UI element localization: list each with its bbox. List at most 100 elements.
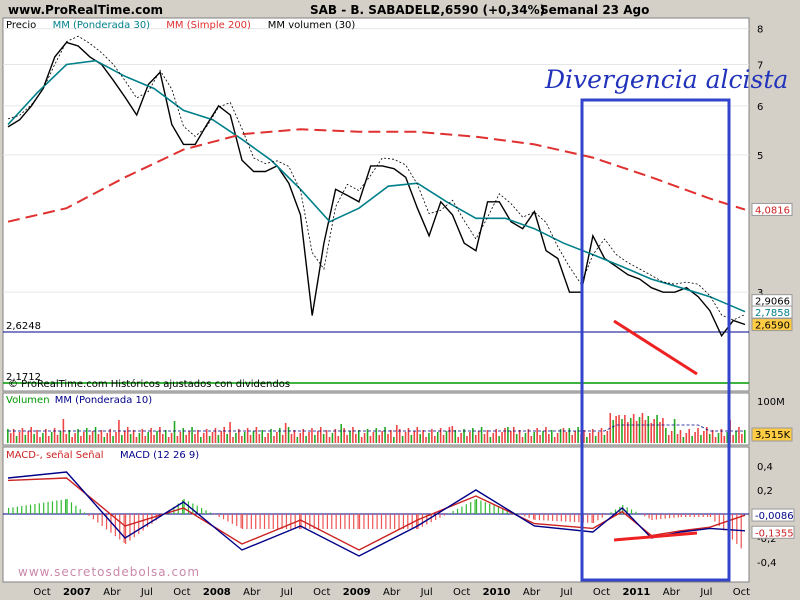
- volume-bar: [469, 432, 471, 443]
- volume-bar: [296, 437, 299, 443]
- volume-bar: [229, 422, 231, 443]
- volume-bar: [393, 437, 395, 443]
- volume-bar: [112, 436, 114, 443]
- volume-bar: [337, 436, 340, 443]
- volume-bar: [308, 432, 310, 443]
- volume-bar: [208, 436, 211, 443]
- volume-bar: [141, 429, 144, 443]
- volume-bar: [586, 437, 588, 443]
- volume-bar: [676, 434, 679, 443]
- x-tick-label: Abr: [243, 587, 261, 598]
- macd-histogram-bar: [65, 499, 67, 514]
- volume-bar: [425, 437, 427, 443]
- volume-bar: [632, 414, 635, 443]
- volume-bar: [255, 427, 258, 443]
- macd-histogram-bar: [394, 514, 396, 529]
- macd-histogram-bar: [597, 514, 599, 521]
- volume-right-label: 3,515K: [755, 430, 791, 441]
- volume-bar: [445, 431, 448, 443]
- volume-bar: [273, 436, 275, 443]
- volume-bar: [226, 434, 228, 443]
- x-tick-label: Jul: [140, 587, 153, 598]
- volume-bar: [138, 433, 141, 443]
- volume-bar: [276, 432, 278, 443]
- volume-bar: [281, 435, 284, 443]
- volume-bar: [258, 434, 261, 443]
- volume-bar: [732, 435, 734, 443]
- price-right-label: 4,0816: [755, 205, 790, 216]
- volume-bar: [571, 435, 574, 443]
- macd-histogram-bar: [218, 514, 220, 517]
- volume-bar: [498, 436, 500, 443]
- volume-bar: [653, 419, 655, 443]
- macd-histogram-bar: [348, 514, 350, 529]
- volume-bar: [442, 435, 445, 443]
- macd-histogram-bar: [70, 502, 73, 514]
- macd-histogram-bar: [358, 514, 361, 529]
- macd-histogram-bar: [8, 508, 10, 514]
- volume-bar: [700, 435, 702, 443]
- volume-bar: [314, 435, 316, 443]
- macd-histogram-bar: [25, 505, 27, 514]
- macd-histogram-bar: [51, 501, 54, 514]
- volume-bar: [159, 427, 161, 443]
- legend-item-price: MM volumen (30): [268, 20, 356, 31]
- volume-bar: [691, 436, 693, 443]
- macd-histogram-bar: [456, 508, 459, 514]
- price-change: 2,6590 (+0,34%): [432, 3, 545, 17]
- macd-histogram-bar: [606, 514, 608, 515]
- macd-histogram-bar: [133, 514, 135, 538]
- price-y-tick: 8: [757, 25, 763, 36]
- volume-bar: [401, 436, 404, 443]
- x-tick-label: Abr: [663, 587, 681, 598]
- macd-histogram-bar: [201, 508, 203, 514]
- volume-bar: [144, 436, 147, 443]
- macd-histogram-bar: [470, 502, 472, 514]
- volume-bar: [47, 436, 50, 443]
- volume-bar: [261, 430, 264, 443]
- volume-bar: [565, 432, 568, 443]
- volume-bar: [474, 435, 477, 443]
- volume-bar: [419, 434, 421, 443]
- volume-bar: [512, 427, 515, 443]
- volume-bar: [735, 431, 737, 443]
- volume-bar: [416, 427, 419, 443]
- macd-histogram-bar: [528, 514, 530, 518]
- volume-bar: [325, 430, 328, 443]
- price-legend: Precio MM (Ponderada 30) MM (Simple 200) MM…: [6, 20, 355, 31]
- volume-bar: [18, 432, 21, 443]
- macd-histogram-bar: [731, 514, 734, 540]
- macd-histogram-bar: [380, 514, 383, 529]
- macd-histogram-bar: [227, 514, 229, 522]
- volume-bar: [524, 433, 527, 443]
- macd-histogram-bar: [363, 514, 365, 529]
- volume-bar: [510, 431, 512, 443]
- volume-bar: [164, 430, 167, 443]
- volume-bar: [413, 431, 416, 443]
- volume-bar: [650, 423, 653, 443]
- volume-bar: [741, 434, 743, 443]
- macd-histogram-bar: [240, 514, 242, 529]
- legend-item-price: MM (Simple 200): [166, 20, 251, 31]
- macd-histogram-bar: [236, 514, 238, 526]
- volume-bar: [390, 430, 392, 443]
- volume-bar: [319, 427, 322, 443]
- volume-bar: [594, 436, 597, 443]
- macd-histogram-bar: [250, 514, 252, 529]
- macd-histogram-bar: [534, 514, 536, 520]
- macd-histogram-bar: [255, 514, 257, 529]
- macd-y-tick: 0,4: [757, 462, 773, 473]
- macd-histogram-bar: [344, 514, 346, 529]
- volume-bar: [542, 431, 544, 443]
- volume-bar: [588, 433, 591, 443]
- macd-histogram-bar: [484, 502, 486, 514]
- volume-bar: [688, 429, 691, 443]
- macd-histogram-bar: [630, 509, 633, 514]
- volume-bar: [328, 437, 331, 443]
- legend-item-price: Precio: [6, 20, 36, 31]
- divergence-annotation: Divergencia alcista: [544, 65, 788, 94]
- volume-bar: [667, 435, 670, 443]
- volume-bar: [121, 435, 123, 443]
- volume-bar: [694, 432, 696, 443]
- volume-bar: [9, 433, 12, 443]
